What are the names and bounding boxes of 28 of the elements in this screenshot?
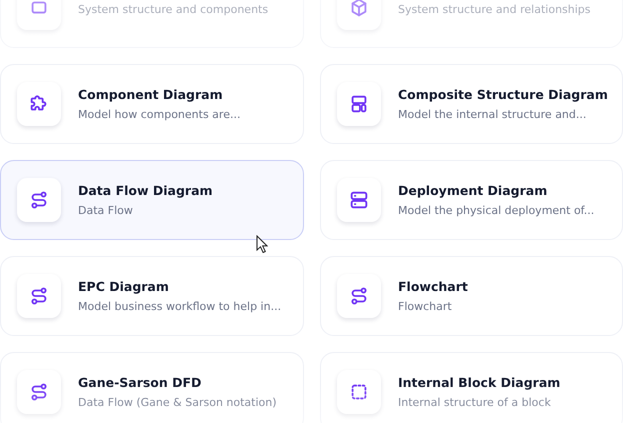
card-description: Model the physical deployment of... [398, 202, 594, 218]
card-title: Internal Block Diagram [398, 374, 560, 392]
cursor-icon [256, 235, 268, 253]
diagram-card[interactable]: EPC Diagram Model business workflow to help in... [0, 256, 304, 336]
card-title: Data Flow Diagram [78, 182, 213, 200]
card-description: Internal structure of a block [398, 394, 552, 410]
card-description: Data Flow [78, 202, 134, 218]
card-description: Data Flow (Gane & Sarson notation) [78, 394, 277, 410]
diagram-card[interactable]: Composite Structure Diagram Model the internal structure and... [320, 64, 623, 144]
card-description: System structure and relationships [398, 2, 591, 18]
card-description: Model how components are... [78, 106, 240, 122]
diagram-card[interactable]: Internal Block Diagram Internal structure of a block [320, 352, 623, 423]
diagram-card[interactable]: Gane-Sarson DFD Data Flow (Gane & Sarson notation) [0, 352, 304, 423]
card-title: Composite Structure Diagram [398, 86, 608, 104]
card-title: Flowchart [398, 278, 468, 296]
card-description: Model the internal structure and... [398, 106, 588, 122]
card-title: Deployment Diagram [398, 182, 548, 200]
card-description: Model business workflow to help in... [78, 298, 282, 314]
diagram-card[interactable]: Data Flow Diagram Data Flow [0, 160, 304, 240]
card-description: System structure and components [78, 2, 268, 18]
diagram-card[interactable]: Deployment Diagram Model the physical deployment of... [320, 160, 623, 240]
server-icon [348, 189, 370, 211]
card-title: Component Diagram [78, 86, 224, 104]
diagram-card[interactable]: Flowchart Flowchart [320, 256, 623, 336]
diagram-card[interactable]: Component Diagram Model how components are... [0, 64, 304, 144]
card-title: EPC Diagram [78, 278, 170, 296]
card-description: Flowchart [398, 298, 453, 314]
card-title: Gane-Sarson DFD [78, 374, 202, 392]
